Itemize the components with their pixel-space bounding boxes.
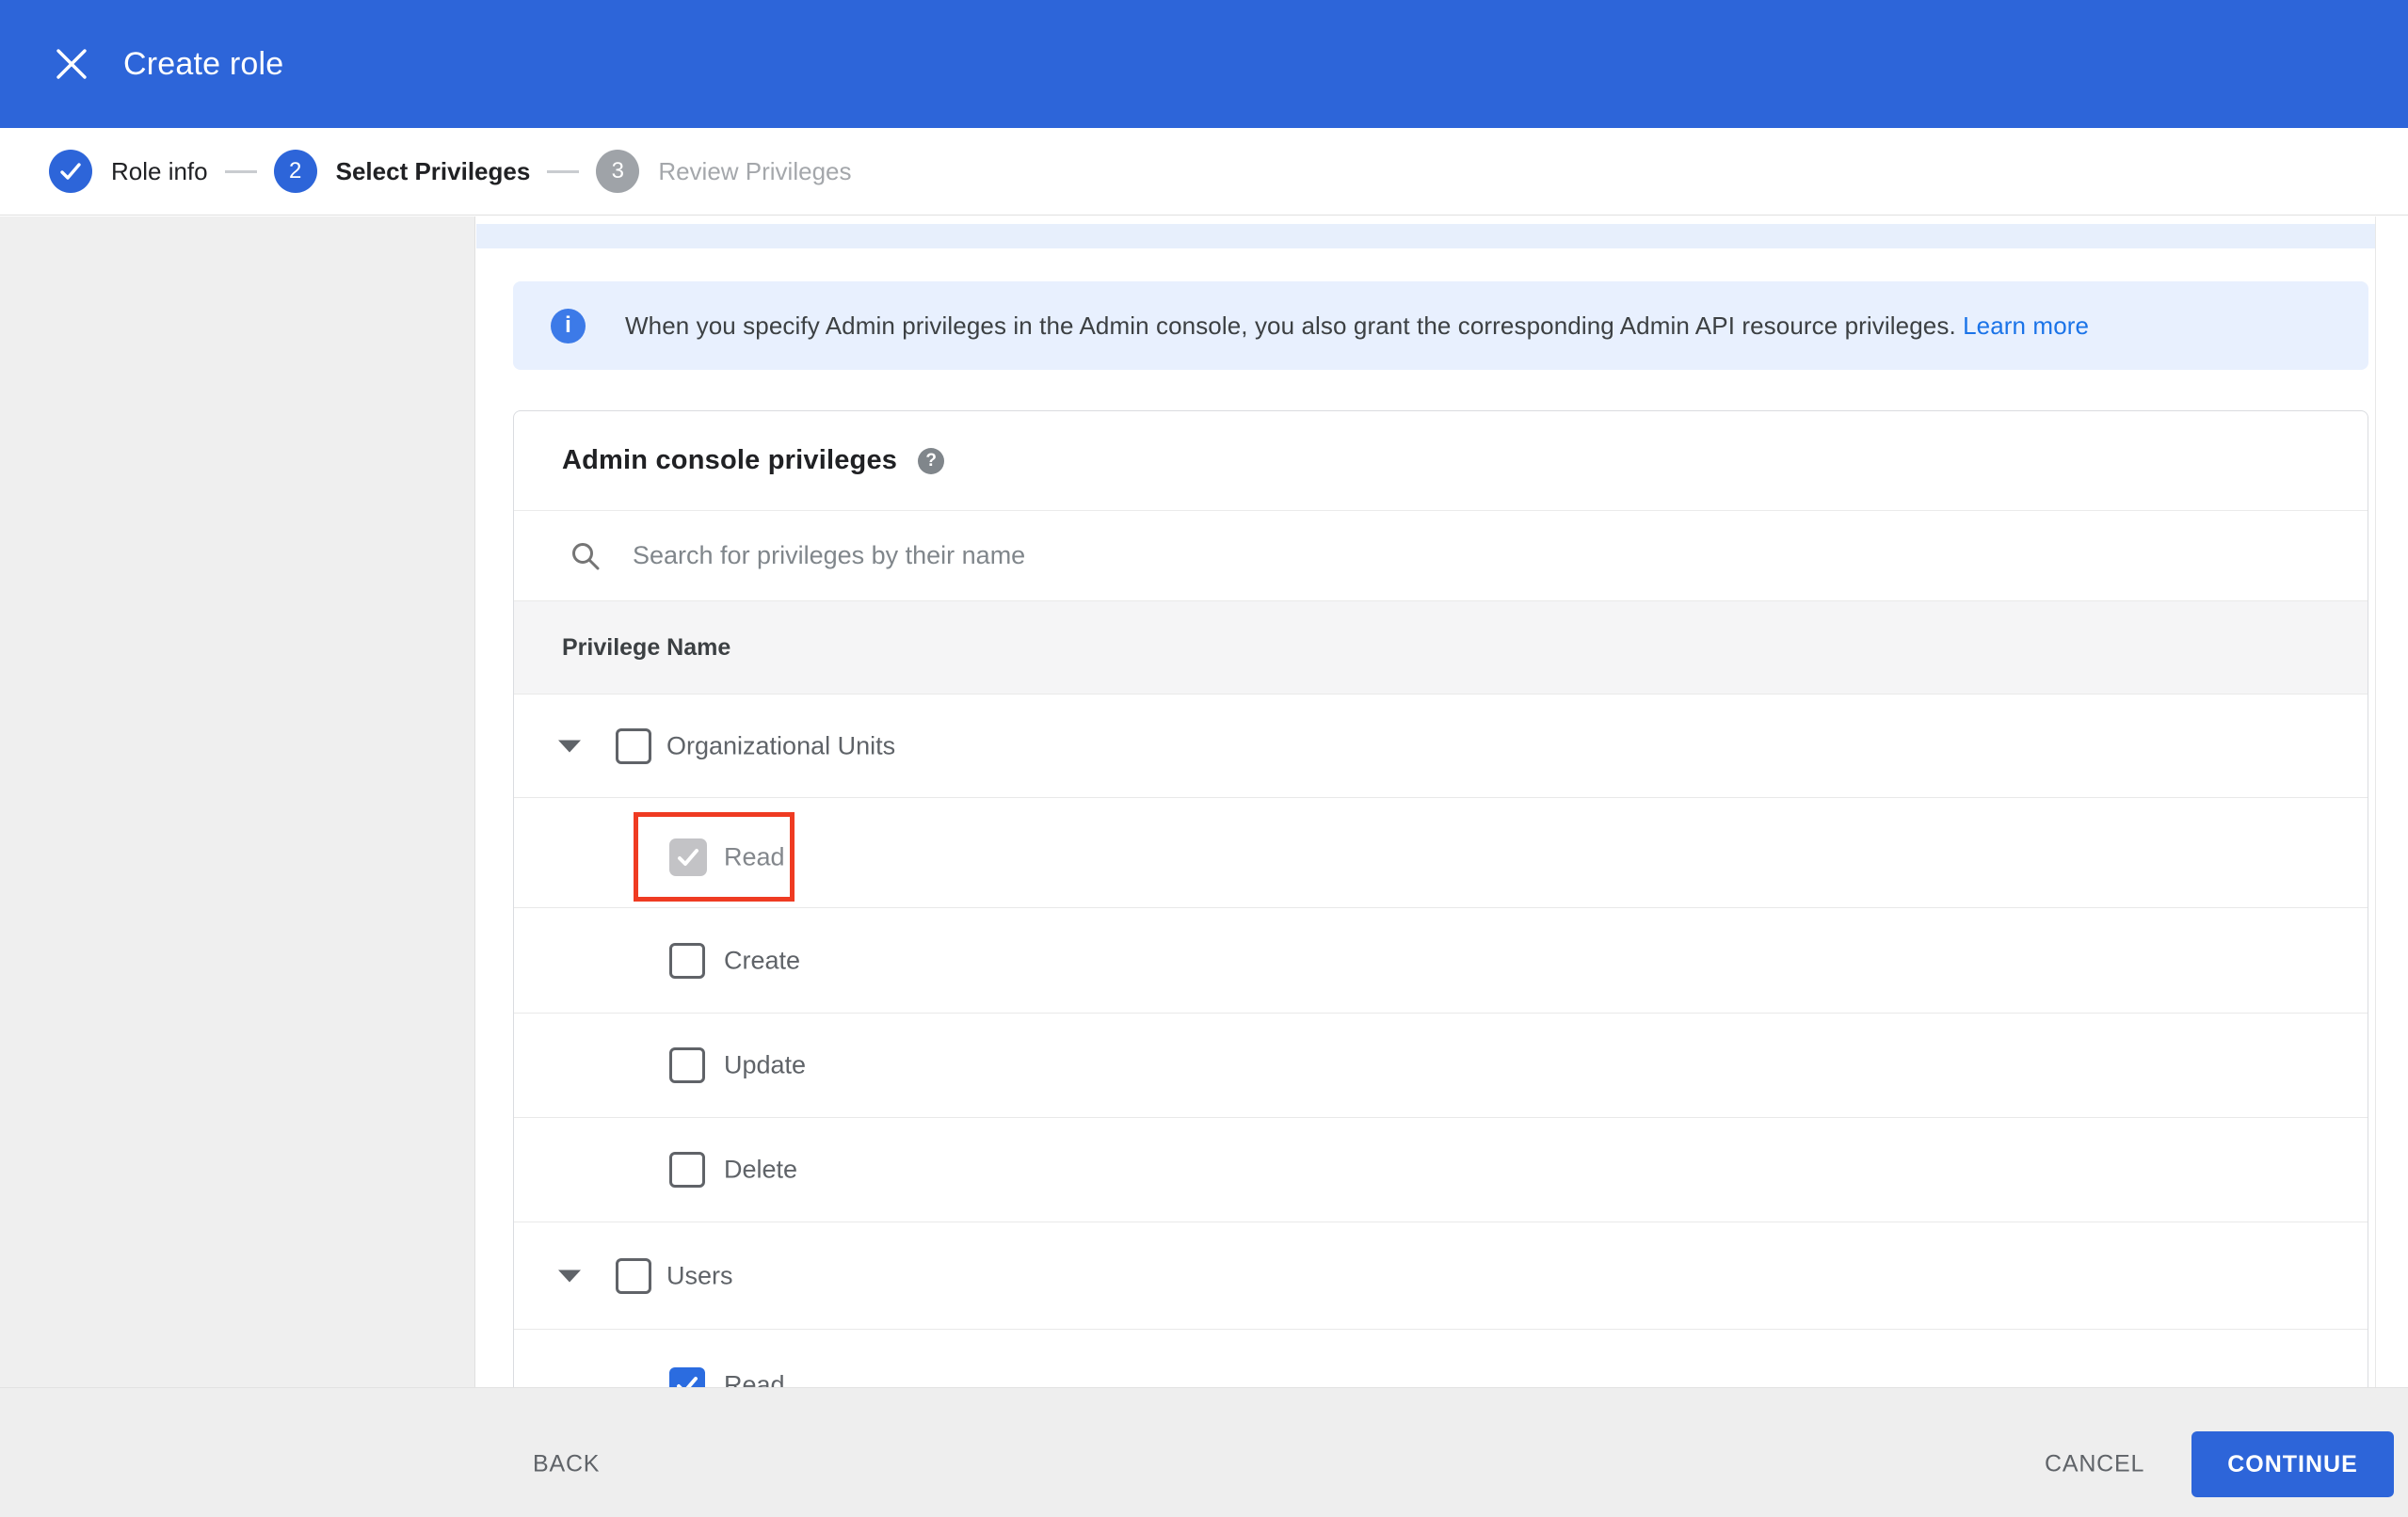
close-icon[interactable] — [49, 41, 94, 87]
row-label: Delete — [724, 1155, 798, 1184]
search-icon — [572, 542, 600, 569]
row-label: Update — [724, 1050, 807, 1079]
banner-message-text: When you specify Admin privileges in the… — [625, 311, 1956, 340]
scrolled-content-strip — [476, 224, 2376, 248]
checkbox-update[interactable] — [669, 1047, 705, 1083]
expand-arrow-icon[interactable] — [558, 1269, 581, 1282]
checkbox-create[interactable] — [669, 942, 705, 979]
table-row-organizational-units[interactable]: Organizational Units — [514, 695, 2368, 798]
table-row-read[interactable]: Read — [514, 798, 2368, 908]
checkbox-delete[interactable] — [669, 1152, 705, 1188]
step-number-badge: 2 — [273, 150, 317, 193]
privilege-search-field[interactable]: Search for privileges by their name — [514, 510, 2368, 600]
step-complete-check-icon — [49, 150, 92, 193]
footer-bar: BACK CANCEL CONTINUE — [0, 1387, 2408, 1517]
table-row-create[interactable]: Create — [514, 908, 2368, 1014]
column-header-privilege-name: Privilege Name — [562, 633, 731, 661]
step-label: Select Privileges — [335, 156, 531, 185]
table-row-users-read[interactable]: Read — [514, 1330, 2368, 1387]
page-title: Create role — [123, 45, 284, 82]
search-placeholder: Search for privileges by their name — [633, 541, 1026, 569]
row-label: Read — [724, 1370, 785, 1387]
step-role-info[interactable]: Role info — [49, 150, 208, 193]
back-button[interactable]: BACK — [533, 1451, 600, 1478]
highlight-box: Read — [634, 812, 795, 902]
help-icon[interactable]: ? — [918, 447, 945, 474]
card-title-row: Admin console privileges ? — [514, 411, 2368, 510]
row-label: Create — [724, 946, 801, 974]
table-row-update[interactable]: Update — [514, 1014, 2368, 1118]
left-sidebar — [0, 216, 475, 1387]
cancel-button[interactable]: CANCEL — [2045, 1451, 2144, 1478]
scrollbar-gutter[interactable] — [2375, 216, 2408, 1387]
create-role-dialog: Create role Role info 2 Select Privilege… — [0, 0, 2408, 1517]
step-connector — [224, 169, 257, 173]
step-connector — [547, 169, 580, 173]
step-review-privileges: 3 Review Privileges — [596, 150, 852, 193]
checkbox-organizational-units[interactable] — [616, 727, 651, 764]
continue-button[interactable]: CONTINUE — [2191, 1431, 2394, 1497]
expand-arrow-icon[interactable] — [558, 740, 581, 752]
step-label: Role info — [111, 156, 208, 185]
step-select-privileges[interactable]: 2 Select Privileges — [273, 150, 531, 193]
step-label: Review Privileges — [658, 156, 852, 185]
privileges-card: Admin console privileges ? Search for pr… — [513, 410, 2368, 1387]
card-title: Admin console privileges — [562, 445, 898, 475]
learn-more-link[interactable]: Learn more — [1963, 311, 2089, 340]
banner-message: When you specify Admin privileges in the… — [625, 311, 2089, 341]
checkbox-read[interactable] — [669, 838, 707, 876]
stepper: Role info 2 Select Privileges 3 Review P… — [0, 128, 2408, 216]
info-banner: i When you specify Admin privileges in t… — [513, 281, 2368, 370]
checkbox-users[interactable] — [616, 1257, 651, 1294]
row-label: Organizational Units — [666, 731, 896, 759]
dialog-header: Create role — [0, 0, 2408, 128]
table-row-delete[interactable]: Delete — [514, 1118, 2368, 1222]
column-header-row: Privilege Name — [514, 600, 2368, 695]
row-label: Users — [666, 1261, 733, 1289]
row-label: Read — [724, 842, 785, 870]
table-row-users[interactable]: Users — [514, 1222, 2368, 1330]
checkbox-users-read[interactable] — [669, 1366, 705, 1387]
info-icon: i — [551, 308, 586, 343]
step-number-badge: 3 — [596, 150, 640, 193]
